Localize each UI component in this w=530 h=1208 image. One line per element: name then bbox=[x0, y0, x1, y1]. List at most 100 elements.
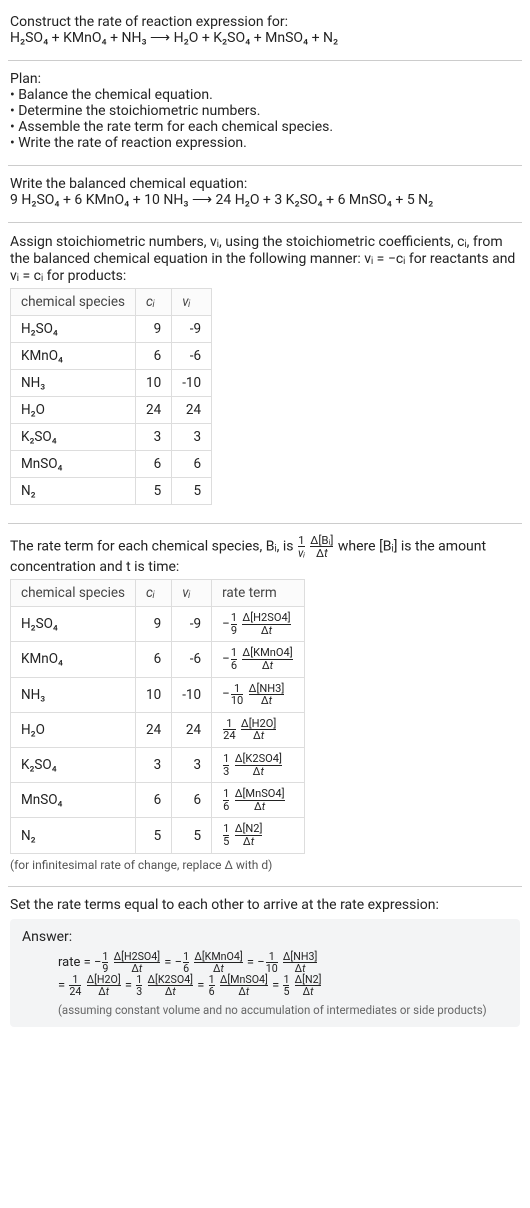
plan-block: Plan: • Balance the chemical equation. •… bbox=[8, 65, 522, 161]
v-cell: -10 bbox=[172, 370, 212, 397]
plan-title: Plan: bbox=[10, 71, 520, 87]
v-cell: 24 bbox=[172, 712, 212, 747]
assign-block: Assign stoichiometric numbers, νᵢ, using… bbox=[8, 227, 522, 519]
table-row: NH₃10-10−110 Δ[NH3]Δt bbox=[11, 677, 305, 712]
table-row: KMnO₄6-6−16 Δ[KMnO4]Δt bbox=[11, 642, 305, 677]
v-cell: 5 bbox=[172, 818, 212, 853]
v-cell: 6 bbox=[172, 783, 212, 818]
species-cell: N₂ bbox=[11, 478, 136, 505]
species-cell: H₂SO₄ bbox=[11, 607, 136, 642]
final-line: Set the rate terms equal to each other t… bbox=[10, 897, 520, 913]
species-cell: K₂SO₄ bbox=[11, 424, 136, 451]
answer-footnote: (assuming constant volume and no accumul… bbox=[22, 997, 508, 1017]
v-cell: 5 bbox=[172, 478, 212, 505]
v-cell: 3 bbox=[172, 424, 212, 451]
table-row: K₂SO₄3313 Δ[K2SO4]Δt bbox=[11, 747, 305, 782]
rateterm-footnote: (for infinitesimal rate of change, repla… bbox=[10, 858, 520, 872]
c-cell: 6 bbox=[136, 343, 172, 370]
plan-item: • Write the rate of reaction expression. bbox=[10, 135, 520, 151]
rate-prefix: rate = bbox=[58, 955, 91, 970]
c-cell: 3 bbox=[136, 424, 172, 451]
col-v: νᵢ bbox=[172, 580, 212, 607]
c-cell: 6 bbox=[136, 642, 172, 677]
intro-block: Construct the rate of reaction expressio… bbox=[8, 8, 522, 56]
rateterm-block: The rate term for each chemical species,… bbox=[8, 528, 522, 882]
separator bbox=[8, 222, 522, 223]
species-cell: MnSO₄ bbox=[11, 451, 136, 478]
c-cell: 24 bbox=[136, 712, 172, 747]
table-row: H₂SO₄9-9 bbox=[11, 316, 212, 343]
v-cell: 3 bbox=[172, 747, 212, 782]
assign-text: Assign stoichiometric numbers, νᵢ, using… bbox=[10, 233, 520, 284]
answer-box: Answer: rate = −19 Δ[H2SO4]Δt = −16 Δ[KM… bbox=[10, 919, 520, 1028]
species-cell: MnSO₄ bbox=[11, 783, 136, 818]
separator bbox=[8, 523, 522, 524]
c-cell: 10 bbox=[136, 677, 172, 712]
species-cell: KMnO₄ bbox=[11, 642, 136, 677]
rate-cell: −19 Δ[H2SO4]Δt bbox=[212, 607, 305, 642]
plan-item: • Determine the stoichiometric numbers. bbox=[10, 103, 520, 119]
species-cell: N₂ bbox=[11, 818, 136, 853]
final-line-block: Set the rate terms equal to each other t… bbox=[8, 891, 522, 1038]
balanced-block: Write the balanced chemical equation: 9 … bbox=[8, 170, 522, 218]
table-row: H₂O2424 bbox=[11, 397, 212, 424]
rate-eq-line1: rate = −19 Δ[H2SO4]Δt = −16 Δ[KMnO4]Δt =… bbox=[22, 951, 508, 974]
c-cell: 5 bbox=[136, 478, 172, 505]
table-row: MnSO₄6616 Δ[MnSO4]Δt bbox=[11, 783, 305, 818]
v-cell: -9 bbox=[172, 316, 212, 343]
species-cell: KMnO₄ bbox=[11, 343, 136, 370]
species-cell: K₂SO₄ bbox=[11, 747, 136, 782]
table-row: NH₃10-10 bbox=[11, 370, 212, 397]
rate-cell: 124 Δ[H2O]Δt bbox=[212, 712, 305, 747]
intro-prompt: Construct the rate of reaction expressio… bbox=[10, 14, 520, 30]
c-cell: 5 bbox=[136, 818, 172, 853]
rate-eq-line2: = 124 Δ[H2O]Δt = 13 Δ[K2SO4]Δt = 16 Δ[Mn… bbox=[22, 974, 508, 997]
rate-cell: 13 Δ[K2SO4]Δt bbox=[212, 747, 305, 782]
intro-equation: H₂SO₄ + KMnO₄ + NH₃ ⟶ H₂O + K₂SO₄ + MnSO… bbox=[10, 30, 520, 46]
c-cell: 9 bbox=[136, 316, 172, 343]
balanced-title: Write the balanced chemical equation: bbox=[10, 176, 520, 192]
rate-cell: 16 Δ[MnSO4]Δt bbox=[212, 783, 305, 818]
c-cell: 6 bbox=[136, 783, 172, 818]
table-row: H₂O2424124 Δ[H2O]Δt bbox=[11, 712, 305, 747]
col-c: cᵢ bbox=[136, 289, 172, 316]
answer-label: Answer: bbox=[22, 929, 508, 945]
c-cell: 10 bbox=[136, 370, 172, 397]
v-cell: -10 bbox=[172, 677, 212, 712]
species-cell: NH₃ bbox=[11, 677, 136, 712]
rate-cell: 15 Δ[N2]Δt bbox=[212, 818, 305, 853]
rate-cell: −110 Δ[NH3]Δt bbox=[212, 677, 305, 712]
v-cell: -6 bbox=[172, 343, 212, 370]
c-cell: 24 bbox=[136, 397, 172, 424]
separator bbox=[8, 60, 522, 61]
separator bbox=[8, 886, 522, 887]
c-cell: 3 bbox=[136, 747, 172, 782]
stoich-table: chemical species cᵢ νᵢ H₂SO₄9-9KMnO₄6-6N… bbox=[10, 288, 212, 505]
rateterm-frac-1: 1νᵢ Δ[Bᵢ]Δt bbox=[297, 538, 338, 554]
separator bbox=[8, 165, 522, 166]
table-row: N₂55 bbox=[11, 478, 212, 505]
col-species: chemical species bbox=[11, 289, 136, 316]
rate-cell: −16 Δ[KMnO4]Δt bbox=[212, 642, 305, 677]
v-cell: 6 bbox=[172, 451, 212, 478]
v-cell: -9 bbox=[172, 607, 212, 642]
table-row: H₂SO₄9-9−19 Δ[H2SO4]Δt bbox=[11, 607, 305, 642]
v-cell: 24 bbox=[172, 397, 212, 424]
col-c: cᵢ bbox=[136, 580, 172, 607]
col-species: chemical species bbox=[11, 580, 136, 607]
plan-item: • Assemble the rate term for each chemic… bbox=[10, 119, 520, 135]
rateterm-text-a: The rate term for each chemical species,… bbox=[10, 538, 297, 554]
species-cell: H₂SO₄ bbox=[11, 316, 136, 343]
col-rate: rate term bbox=[212, 580, 305, 607]
v-cell: -6 bbox=[172, 642, 212, 677]
table-row: K₂SO₄33 bbox=[11, 424, 212, 451]
c-cell: 9 bbox=[136, 607, 172, 642]
c-cell: 6 bbox=[136, 451, 172, 478]
table-row: N₂5515 Δ[N2]Δt bbox=[11, 818, 305, 853]
balanced-equation: 9 H₂SO₄ + 6 KMnO₄ + 10 NH₃ ⟶ 24 H₂O + 3 … bbox=[10, 192, 520, 208]
rateterm-table: chemical species cᵢ νᵢ rate term H₂SO₄9-… bbox=[10, 579, 305, 854]
plan-item: • Balance the chemical equation. bbox=[10, 87, 520, 103]
table-row: KMnO₄6-6 bbox=[11, 343, 212, 370]
table-row: MnSO₄66 bbox=[11, 451, 212, 478]
species-cell: H₂O bbox=[11, 397, 136, 424]
